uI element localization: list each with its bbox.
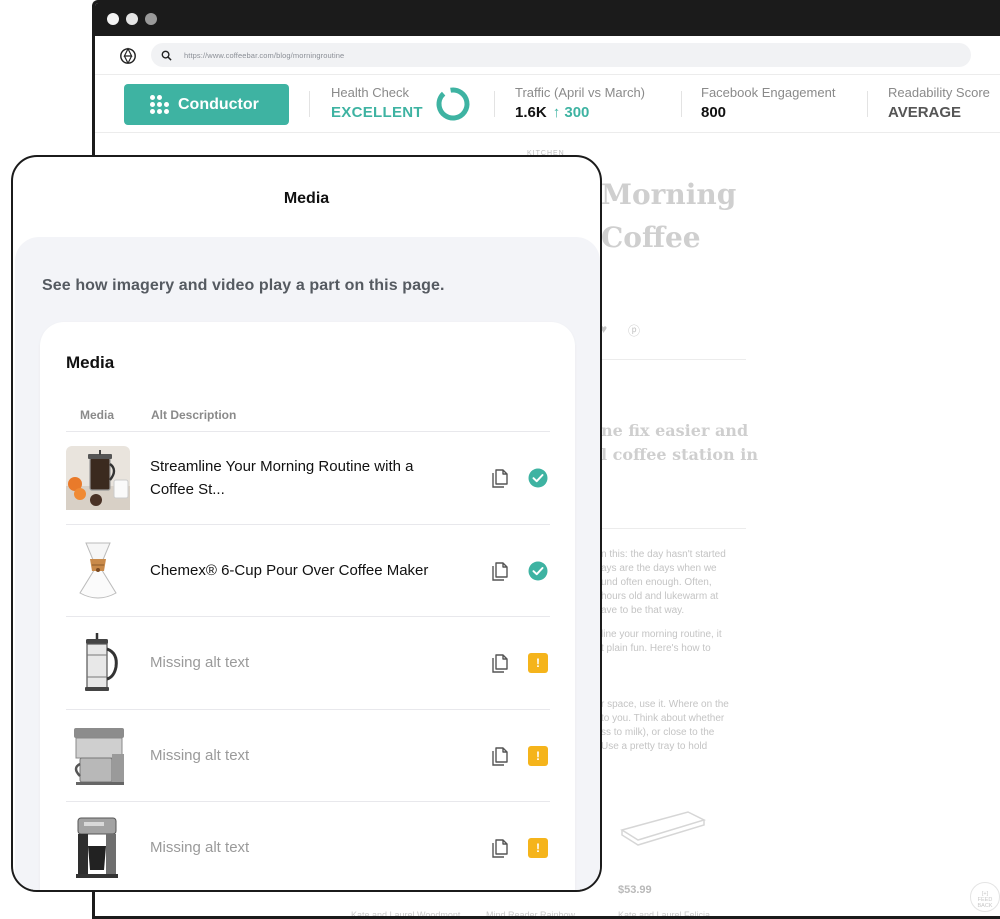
- window-maximize-dot[interactable]: [145, 13, 157, 25]
- blog-paragraph-line: Use a pretty tray to hold: [601, 741, 708, 752]
- divider: [494, 91, 495, 117]
- blog-paragraph-line: line your morning routine, it: [601, 629, 722, 640]
- metric-value: 1.6K: [515, 104, 547, 121]
- check-circle-icon: [528, 468, 548, 488]
- divider: [867, 91, 868, 117]
- window-close-dot[interactable]: [107, 13, 119, 25]
- browser-titlebar: [95, 3, 1000, 36]
- panel-body: See how imagery and video play a part on…: [15, 237, 600, 890]
- cold-brew-maker-thumbnail: [66, 723, 130, 788]
- blog-paragraph-line: to you. Think about whether: [601, 713, 725, 724]
- coffee-station-thumbnail: [66, 446, 130, 510]
- health-ring-icon: [436, 87, 470, 121]
- conductor-toolbar: Conductor Health Check EXCELLENT Traffic…: [95, 75, 1000, 133]
- blog-subtitle-line: ne fix easier and: [601, 421, 749, 440]
- blog-title-line: Coffee: [601, 221, 701, 254]
- alt-description-missing: Missing alt text: [150, 746, 250, 764]
- drip-coffee-maker-thumbnail: [66, 816, 130, 880]
- browser-logo-icon: [120, 47, 136, 64]
- alt-description-missing: Missing alt text: [150, 839, 250, 857]
- media-row[interactable]: Missing alt text !: [66, 801, 550, 890]
- blog-paragraph-line: ss to milk), or close to the: [601, 727, 715, 738]
- blog-paragraph-line: n this: the day hasn't started: [601, 549, 726, 560]
- metric-value: 800: [701, 104, 727, 121]
- blog-paragraph-line: ays are the days when we: [601, 563, 717, 574]
- metric-readability[interactable]: Readability Score AVERAGE: [888, 85, 990, 121]
- media-row[interactable]: Missing alt text !: [66, 708, 550, 802]
- media-row[interactable]: Missing alt text !: [66, 616, 550, 709]
- metric-traffic[interactable]: Traffic (April vs March) 1.6K ↑ 300: [515, 85, 645, 121]
- metric-value: AVERAGE: [888, 104, 962, 121]
- blog-paragraph-line: r space, use it. Where on the: [601, 699, 729, 710]
- panel-intro: See how imagery and video play a part on…: [42, 277, 445, 294]
- copy-icon[interactable]: [490, 561, 510, 582]
- url-field[interactable]: https://www.coffeebar.com/blog/morningro…: [151, 43, 971, 67]
- divider: [601, 359, 746, 360]
- metric-value: EXCELLENT: [331, 104, 423, 121]
- conductor-button[interactable]: Conductor: [124, 84, 289, 125]
- media-card: Media Media Alt Description Streamline Y…: [40, 322, 575, 890]
- metric-label: Readability Score: [888, 85, 990, 100]
- alt-description: Streamline Your Morning Routine with a C…: [150, 457, 414, 498]
- chemex-thumbnail: [66, 538, 130, 603]
- metric-health-check[interactable]: Health Check EXCELLENT: [331, 85, 423, 121]
- divider: [309, 91, 310, 117]
- metric-facebook-engagement[interactable]: Facebook Engagement 800: [701, 85, 835, 121]
- media-panel: Media See how imagery and video play a p…: [11, 155, 602, 892]
- traffic-delta-value: 300: [564, 104, 590, 121]
- search-icon: [161, 50, 172, 61]
- alt-description: Chemex® 6-Cup Pour Over Coffee Maker: [150, 561, 429, 579]
- copy-icon[interactable]: [490, 746, 510, 767]
- product-price: $53.99: [618, 884, 652, 896]
- conductor-logo-icon: [150, 95, 169, 114]
- product-name[interactable]: Kate and Laurel Woodmont: [351, 910, 460, 916]
- check-circle-icon: [528, 561, 548, 580]
- metric-label: Traffic (April vs March): [515, 85, 646, 100]
- media-row[interactable]: Chemex® 6-Cup Pour Over Coffee Maker: [66, 523, 550, 617]
- blog-paragraph-line: t plain fun. Here's how to: [601, 643, 711, 654]
- product-name[interactable]: Mind Reader Rainbow: [486, 910, 575, 916]
- warning-icon: !: [528, 653, 548, 673]
- product-name[interactable]: Kate and Laurel Felicia: [618, 910, 710, 916]
- media-row[interactable]: Streamline Your Morning Routine with a C…: [66, 431, 550, 524]
- french-press-thumbnail: [66, 631, 130, 695]
- media-list: Streamline Your Morning Routine with a C…: [66, 431, 550, 890]
- blog-title-line: Morning: [601, 178, 737, 211]
- copy-icon[interactable]: [490, 653, 510, 674]
- column-header-alt: Alt Description: [151, 408, 237, 422]
- panel-title: Media: [283, 190, 330, 207]
- divider: [681, 91, 682, 117]
- pinterest-icon[interactable]: ⓟ: [628, 322, 640, 339]
- blog-paragraph-line: ave to be that way.: [601, 605, 685, 616]
- alt-description-missing: Missing alt text: [150, 654, 250, 672]
- traffic-delta: ↑ 300: [553, 104, 590, 121]
- conductor-label: Conductor: [178, 95, 259, 113]
- copy-icon[interactable]: [490, 838, 510, 859]
- feedback-label: FEED BACK: [977, 897, 993, 909]
- blog-paragraph-line: und often enough. Often,: [601, 577, 712, 588]
- copy-icon[interactable]: [490, 468, 510, 489]
- column-header-media: Media: [80, 408, 115, 422]
- arrow-up-icon: ↑: [552, 104, 561, 121]
- url-text: https://www.coffeebar.com/blog/morningro…: [184, 50, 345, 60]
- blog-paragraph-line: hours old and lukewarm at: [601, 591, 719, 602]
- product-tray-image: [620, 811, 707, 846]
- warning-icon: !: [528, 838, 548, 858]
- card-title: Media: [66, 353, 115, 372]
- divider: [601, 528, 746, 529]
- metric-label: Health Check: [331, 85, 410, 100]
- blog-subtitle-line: l coffee station in: [601, 445, 758, 464]
- metric-value-row: 1.6K ↑ 300: [515, 104, 645, 121]
- metric-label: Facebook Engagement: [701, 85, 836, 100]
- warning-icon: !: [528, 745, 548, 766]
- address-bar: https://www.coffeebar.com/blog/morningro…: [95, 36, 1000, 75]
- feedback-button[interactable]: [+] FEED BACK: [970, 882, 1000, 912]
- window-minimize-dot[interactable]: [126, 13, 138, 25]
